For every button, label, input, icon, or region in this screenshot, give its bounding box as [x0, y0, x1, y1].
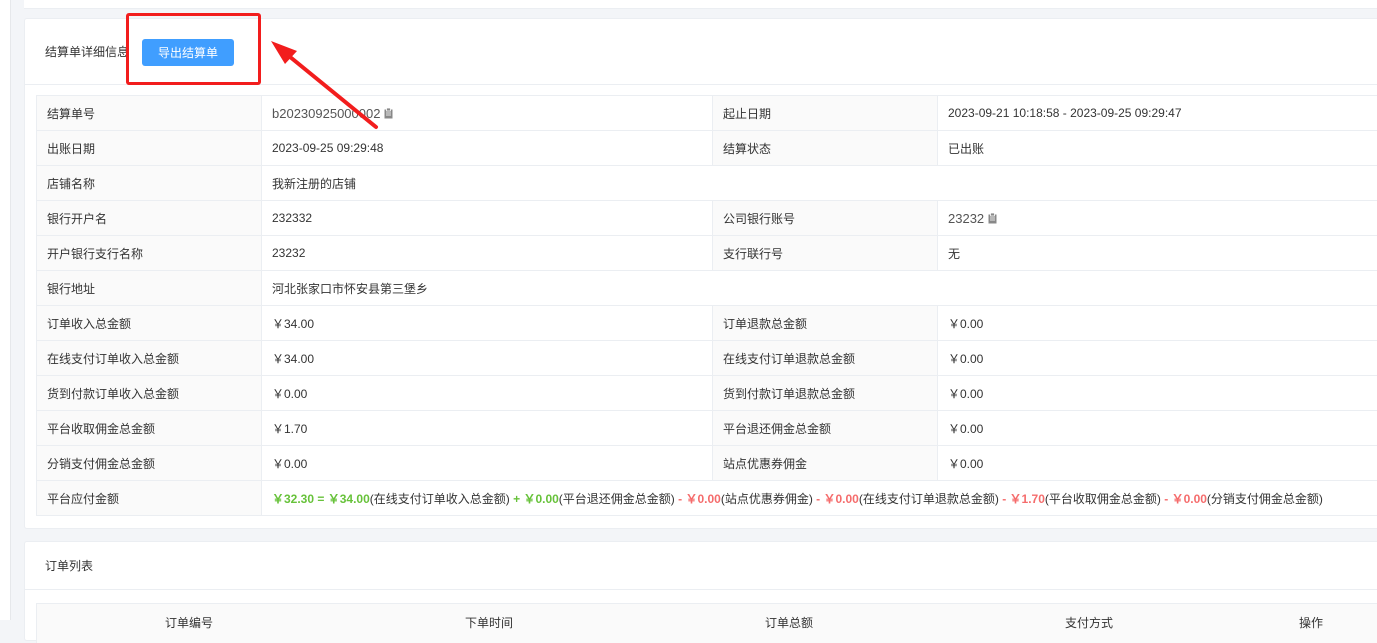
table-row: 货到付款订单收入总金额 ￥0.00 货到付款订单退款总金额 ￥0.00	[37, 376, 1377, 411]
payable-formula: ￥32.30 = ￥34.00(在线支付订单收入总金额) + ￥0.00(平台退…	[262, 481, 1377, 516]
value-cod-refund: ￥0.00	[938, 376, 1377, 411]
table-row: 银行开户名 232332 公司银行账号 23232	[37, 201, 1377, 236]
formula-term: (平台收取佣金总金额)	[1045, 492, 1161, 506]
formula-amount: ￥0.00	[1172, 492, 1207, 506]
table-row: 在线支付订单收入总金额 ￥34.00 在线支付订单退款总金额 ￥0.00	[37, 341, 1377, 376]
label-account-name: 银行开户名	[37, 201, 262, 236]
formula-amount: ￥0.00	[824, 492, 859, 506]
label-online-refund: 在线支付订单退款总金额	[713, 341, 938, 376]
formula-operator: -	[999, 492, 1010, 506]
formula-term: (在线支付订单退款总金额)	[859, 492, 999, 506]
orders-card-header: 订单列表	[25, 542, 1377, 590]
label-bank-address: 银行地址	[37, 271, 262, 306]
table-row: 平台应付金额 ￥32.30 = ￥34.00(在线支付订单收入总金额) + ￥0…	[37, 481, 1377, 516]
table-row: 银行地址 河北张家口市怀安县第三堡乡	[37, 271, 1377, 306]
table-row: 分销支付佣金总金额 ￥0.00 站点优惠券佣金 ￥0.00	[37, 446, 1377, 481]
label-commission-refund: 平台退还佣金总金额	[713, 411, 938, 446]
value-bank-address: 河北张家口市怀安县第三堡乡	[262, 271, 1377, 306]
value-bank-account: 23232	[938, 201, 1377, 236]
formula-term: (分销支付佣金总金额)	[1207, 492, 1323, 506]
value-branch-code: 无	[938, 236, 1377, 271]
label-cod-refund: 货到付款订单退款总金额	[713, 376, 938, 411]
table-row: 订单收入总金额 ￥34.00 订单退款总金额 ￥0.00	[37, 306, 1377, 341]
label-platform-payable: 平台应付金额	[37, 481, 262, 516]
copy-icon[interactable]	[988, 213, 997, 224]
label-bank-account: 公司银行账号	[713, 201, 938, 236]
value-commission-refund: ￥0.00	[938, 411, 1377, 446]
formula-operator: -	[813, 492, 824, 506]
formula-amount: ￥1.70	[1010, 492, 1045, 506]
value-store-name: 我新注册的店铺	[262, 166, 1377, 201]
orders-title: 订单列表	[45, 557, 93, 574]
value-branch-name: 23232	[262, 236, 713, 271]
label-distribution-commission: 分销支付佣金总金额	[37, 446, 262, 481]
bank-account-text: 23232	[948, 211, 984, 226]
value-account-name: 232332	[262, 201, 713, 236]
label-platform-commission: 平台收取佣金总金额	[37, 411, 262, 446]
column-header-payment-method[interactable]: 支付方式	[1065, 614, 1113, 631]
column-header-order-total[interactable]: 订单总额	[765, 614, 813, 631]
column-header-order-time[interactable]: 下单时间	[465, 614, 513, 631]
column-header-order-no[interactable]: 订单编号	[165, 614, 213, 631]
label-order-refund: 订单退款总金额	[713, 306, 938, 341]
formula-term: (平台退还佣金总金额)	[559, 492, 675, 506]
label-date-range: 起止日期	[713, 96, 938, 131]
value-platform-commission: ￥1.70	[262, 411, 713, 446]
value-coupon-commission: ￥0.00	[938, 446, 1377, 481]
value-online-income: ￥34.00	[262, 341, 713, 376]
formula-amount: ￥0.00	[523, 492, 558, 506]
value-online-refund: ￥0.00	[938, 341, 1377, 376]
value-settlement-status: 已出账	[938, 131, 1377, 166]
formula-operator: -	[1161, 492, 1172, 506]
label-coupon-commission: 站点优惠券佣金	[713, 446, 938, 481]
table-row: 开户银行支行名称 23232 支行联行号 无	[37, 236, 1377, 271]
value-cod-income: ￥0.00	[262, 376, 713, 411]
column-header-actions[interactable]: 操作	[1299, 614, 1323, 631]
payable-total: ￥32.30 =	[272, 492, 328, 506]
formula-operator: +	[510, 492, 524, 506]
label-cod-income: 货到付款订单收入总金额	[37, 376, 262, 411]
label-store-name: 店铺名称	[37, 166, 262, 201]
annotation-arrow	[0, 0, 400, 140]
table-row: 店铺名称 我新注册的店铺	[37, 166, 1377, 201]
value-date-range: 2023-09-21 10:18:58 - 2023-09-25 09:29:4…	[938, 96, 1377, 131]
order-list-card: 订单列表 订单编号 下单时间 订单总额 支付方式 操作	[24, 541, 1377, 641]
label-branch-name: 开户银行支行名称	[37, 236, 262, 271]
settlement-info-table: 结算单号 b20230925000002 起止日期 2023-09-21 10:…	[36, 95, 1377, 516]
formula-amount: ￥0.00	[685, 492, 720, 506]
label-settlement-status: 结算状态	[713, 131, 938, 166]
formula-operator: -	[675, 492, 686, 506]
label-branch-code: 支行联行号	[713, 236, 938, 271]
table-row: 平台收取佣金总金额 ￥1.70 平台退还佣金总金额 ￥0.00	[37, 411, 1377, 446]
formula-amount: ￥34.00	[328, 492, 370, 506]
value-order-refund: ￥0.00	[938, 306, 1377, 341]
formula-term: (站点优惠券佣金)	[721, 492, 813, 506]
label-order-income: 订单收入总金额	[37, 306, 262, 341]
formula-term: (在线支付订单收入总金额)	[370, 492, 510, 506]
orders-table-header: 订单编号 下单时间 订单总额 支付方式 操作	[36, 603, 1377, 643]
value-order-income: ￥34.00	[262, 306, 713, 341]
value-distribution-commission: ￥0.00	[262, 446, 713, 481]
label-online-income: 在线支付订单收入总金额	[37, 341, 262, 376]
